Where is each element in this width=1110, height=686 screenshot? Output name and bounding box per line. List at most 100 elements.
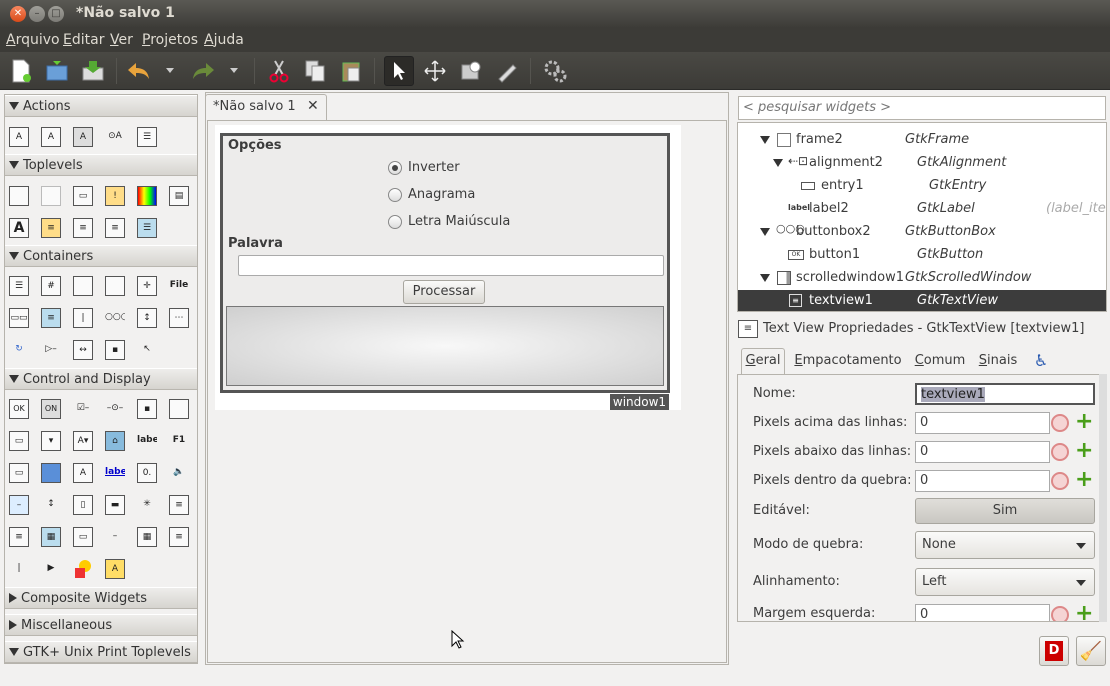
link-button-icon[interactable]: label bbox=[105, 463, 125, 483]
arrow-icon[interactable]: ▶ bbox=[41, 559, 61, 579]
toggle-action-icon[interactable]: A bbox=[41, 127, 61, 147]
pixels-below-field[interactable]: 0 bbox=[915, 441, 1050, 463]
editable-toggle[interactable]: Sim bbox=[915, 498, 1095, 524]
edit-widget-icon[interactable] bbox=[492, 56, 522, 86]
preferences-gear-icon[interactable] bbox=[540, 56, 570, 86]
window-close-button[interactable]: ✕ bbox=[10, 6, 26, 22]
save-file-icon[interactable] bbox=[78, 56, 108, 86]
add-icon[interactable]: + bbox=[1075, 411, 1093, 433]
redo-dropdown-icon[interactable] bbox=[230, 68, 238, 73]
layout-icon[interactable]: ⋯ bbox=[169, 308, 189, 328]
clear-button[interactable]: 🧹 bbox=[1076, 636, 1106, 666]
window-maximize-button[interactable]: □ bbox=[48, 6, 64, 22]
undo-icon[interactable] bbox=[124, 56, 154, 86]
pixels-inside-field[interactable]: 0 bbox=[915, 470, 1050, 492]
scale-icon[interactable]: – bbox=[9, 495, 29, 515]
wrap-mode-combo[interactable]: None bbox=[915, 531, 1095, 559]
paste-icon[interactable] bbox=[336, 56, 366, 86]
text-label-icon[interactable]: A bbox=[73, 463, 93, 483]
expander-down-icon[interactable] bbox=[760, 274, 770, 282]
process-button[interactable]: Processar bbox=[403, 280, 485, 304]
tree-row[interactable]: OK button1 GtkButton bbox=[738, 244, 1106, 267]
check-button-icon[interactable]: ☑– bbox=[73, 399, 93, 419]
radio-button-icon[interactable]: –⊙– bbox=[105, 399, 125, 419]
combo-entry-icon[interactable]: A▾ bbox=[73, 431, 93, 451]
combo-box-icon[interactable]: ▾ bbox=[41, 431, 61, 451]
document-tab[interactable]: *Não salvo 1 ✕ bbox=[205, 94, 327, 120]
progress-icon[interactable] bbox=[41, 463, 61, 483]
cut-icon[interactable] bbox=[264, 56, 294, 86]
undo-dropdown-icon[interactable] bbox=[166, 68, 174, 73]
palette-group-toplevels[interactable]: Toplevels bbox=[5, 154, 197, 176]
offscreen-window-icon[interactable] bbox=[41, 186, 61, 206]
menu-editar[interactable]: Editar bbox=[63, 32, 104, 48]
palette-group-misc[interactable]: Miscellaneous bbox=[5, 614, 197, 636]
tab-empacotamento[interactable]: Empacotamento bbox=[789, 348, 907, 374]
button-box-icon[interactable]: ▭▭ bbox=[9, 308, 29, 328]
toolbar-widget-icon[interactable]: ○○○ bbox=[105, 308, 125, 328]
expander-down-icon[interactable] bbox=[760, 136, 770, 144]
add-icon[interactable]: + bbox=[1075, 603, 1093, 622]
entry-icon[interactable] bbox=[169, 399, 189, 419]
tree-row[interactable]: frame2 GtkFrame bbox=[738, 129, 1106, 152]
add-icon[interactable]: + bbox=[1075, 440, 1093, 462]
fixed-icon[interactable]: ✛ bbox=[137, 276, 157, 296]
action-group-icon[interactable]: ☰ bbox=[137, 127, 157, 147]
tree-view-icon[interactable]: ≡ bbox=[9, 527, 29, 547]
tab-geral[interactable]: Geral bbox=[741, 348, 785, 374]
notebook-icon[interactable] bbox=[73, 276, 93, 296]
menu-bar-icon[interactable]: ≡ bbox=[41, 308, 61, 328]
toggle-button-icon[interactable]: ON bbox=[41, 399, 61, 419]
name-field[interactable]: textview1 bbox=[915, 383, 1095, 405]
tab-comum[interactable]: Comum bbox=[910, 348, 970, 374]
label-widget-icon[interactable]: label bbox=[137, 431, 157, 451]
ruler-icon[interactable]: ≡ bbox=[169, 527, 189, 547]
paned-icon[interactable]: | bbox=[73, 308, 93, 328]
accel-label-icon[interactable]: F1 bbox=[169, 431, 189, 451]
radio-letra-maiuscula[interactable] bbox=[388, 215, 402, 229]
action-icon[interactable]: A bbox=[9, 127, 29, 147]
new-file-icon[interactable] bbox=[6, 56, 36, 86]
tab-sinais[interactable]: Sinais bbox=[973, 348, 1023, 374]
widget-search-input[interactable]: < pesquisar widgets > bbox=[738, 96, 1106, 120]
alignment-icon[interactable]: ↖ bbox=[137, 340, 157, 360]
grid-icon[interactable]: # bbox=[41, 276, 61, 296]
tab-accessibility[interactable]: ♿ bbox=[1027, 348, 1055, 374]
select-pointer-icon[interactable] bbox=[384, 56, 414, 86]
add-icon[interactable]: + bbox=[1075, 469, 1093, 491]
drawing-area-icon[interactable] bbox=[73, 559, 93, 579]
expander-down-icon[interactable] bbox=[773, 159, 783, 167]
radio-inverter[interactable] bbox=[388, 161, 402, 175]
image-icon[interactable]: ⌂ bbox=[105, 431, 125, 451]
radio-action-icon[interactable]: A bbox=[73, 127, 93, 147]
vseparator-icon[interactable]: | bbox=[9, 559, 29, 579]
font-dialog-icon[interactable]: A bbox=[9, 218, 29, 238]
left-margin-field[interactable]: 0 bbox=[915, 604, 1050, 621]
tree-row[interactable]: ○○○ buttonbox2 GtkButtonBox bbox=[738, 221, 1106, 244]
reset-icon[interactable] bbox=[1051, 472, 1069, 490]
separator-icon[interactable]: – bbox=[105, 527, 125, 547]
spin-icon[interactable]: 0. bbox=[137, 463, 157, 483]
file-chooser-button-icon[interactable]: File bbox=[169, 276, 189, 296]
frame-icon[interactable] bbox=[105, 276, 125, 296]
viewport-icon[interactable]: ↕ bbox=[137, 308, 157, 328]
box-icon[interactable]: ☰ bbox=[9, 276, 29, 296]
calendar-icon[interactable]: ▭ bbox=[73, 527, 93, 547]
icon-view-icon[interactable]: ▦ bbox=[41, 527, 61, 547]
assistant-icon[interactable]: ≡ bbox=[105, 218, 125, 238]
scrolled-window-icon[interactable]: ↔ bbox=[73, 340, 93, 360]
window-icon[interactable] bbox=[9, 186, 29, 206]
tree-row[interactable]: ⇠⊡ alignment2 GtkAlignment bbox=[738, 152, 1106, 175]
word-entry[interactable] bbox=[238, 255, 664, 276]
tree-row[interactable]: label label2 GtkLabel (label_iter bbox=[738, 198, 1106, 221]
palette-group-print[interactable]: GTK+ Unix Print Toplevels bbox=[5, 641, 197, 663]
tree-row[interactable]: scrolledwindow1 GtkScrolledWindow bbox=[738, 267, 1106, 290]
recent-dialog-icon[interactable]: ≡ bbox=[73, 218, 93, 238]
expander-icon[interactable]: ▷– bbox=[41, 340, 61, 360]
statusbar-icon[interactable]: ▦ bbox=[137, 527, 157, 547]
message-dialog-icon[interactable]: ! bbox=[105, 186, 125, 206]
menu-ajuda[interactable]: Ajuda bbox=[204, 32, 244, 48]
palette-group-actions[interactable]: Actions bbox=[5, 95, 197, 117]
open-file-icon[interactable] bbox=[42, 56, 72, 86]
justification-combo[interactable]: Left bbox=[915, 568, 1095, 596]
